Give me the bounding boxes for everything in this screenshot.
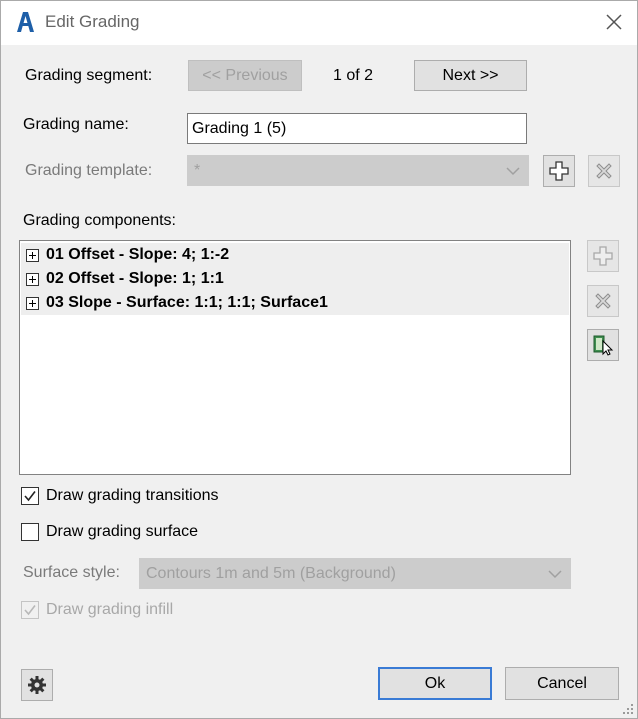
surface-style-combo[interactable]: Contours 1m and 5m (Background) [139, 558, 571, 589]
title-bar: Edit Grading [1, 1, 637, 45]
expand-plus-icon[interactable] [26, 272, 39, 286]
tree-item[interactable]: 03 Slope - Surface: 1:1; 1:1; Surface1 [21, 291, 569, 315]
chevron-down-icon [506, 167, 520, 176]
draw-infill-label: Draw grading infill [46, 601, 174, 618]
draw-surface-checkbox[interactable] [21, 523, 39, 541]
previous-button[interactable]: << Previous [188, 60, 302, 91]
plus-icon [549, 161, 569, 181]
resize-grip-icon[interactable] [622, 703, 634, 715]
pick-select-icon [593, 335, 614, 356]
checkmark-icon [24, 605, 36, 616]
plus-icon [593, 246, 613, 266]
close-icon[interactable] [603, 11, 625, 33]
gear-icon [28, 676, 46, 694]
window-title: Edit Grading [45, 12, 140, 31]
grading-components-label: Grading components: [23, 212, 176, 229]
delete-template-button[interactable] [588, 155, 620, 187]
tree-item[interactable]: 02 Offset - Slope: 1; 1:1 [21, 267, 569, 291]
grading-template-combo[interactable]: * [187, 155, 529, 186]
grading-components-tree[interactable]: 01 Offset - Slope: 4; 1:-2 02 Offset - S… [19, 240, 571, 475]
delete-x-icon [596, 163, 612, 179]
chevron-down-icon [548, 570, 562, 579]
grading-template-value: * [194, 161, 201, 179]
ok-button[interactable]: Ok [378, 667, 492, 700]
delete-x-icon [595, 293, 611, 309]
next-button[interactable]: Next >> [414, 60, 527, 91]
grading-name-input[interactable] [187, 113, 527, 144]
edit-grading-dialog: Edit Grading Grading segment: << Previou… [0, 0, 638, 719]
select-component-button[interactable] [587, 329, 619, 361]
grading-name-label: Grading name: [23, 116, 129, 133]
settings-button[interactable] [21, 669, 53, 701]
grading-template-label: Grading template: [25, 162, 153, 179]
add-component-button[interactable] [587, 240, 619, 272]
tree-item[interactable]: 01 Offset - Slope: 4; 1:-2 [21, 243, 569, 267]
tree-item-label: 01 Offset - Slope: 4; 1:-2 [46, 246, 230, 263]
checkmark-icon [24, 491, 36, 502]
draw-transitions-label: Draw grading transitions [46, 487, 219, 504]
autocad-icon [17, 12, 34, 32]
draw-surface-label: Draw grading surface [46, 523, 199, 540]
draw-infill-checkbox[interactable] [21, 601, 39, 619]
draw-transitions-checkbox[interactable] [21, 487, 39, 505]
surface-style-value: Contours 1m and 5m (Background) [146, 564, 396, 582]
tree-item-label: 02 Offset - Slope: 1; 1:1 [46, 270, 224, 287]
delete-component-button[interactable] [587, 285, 619, 317]
add-template-button[interactable] [543, 155, 575, 187]
expand-plus-icon[interactable] [26, 296, 39, 310]
cancel-button[interactable]: Cancel [505, 667, 619, 700]
surface-style-label: Surface style: [23, 564, 120, 581]
segment-position-text: 1 of 2 [333, 67, 374, 84]
expand-plus-icon[interactable] [26, 248, 39, 262]
grading-segment-label: Grading segment: [25, 67, 153, 84]
tree-item-label: 03 Slope - Surface: 1:1; 1:1; Surface1 [46, 294, 328, 311]
